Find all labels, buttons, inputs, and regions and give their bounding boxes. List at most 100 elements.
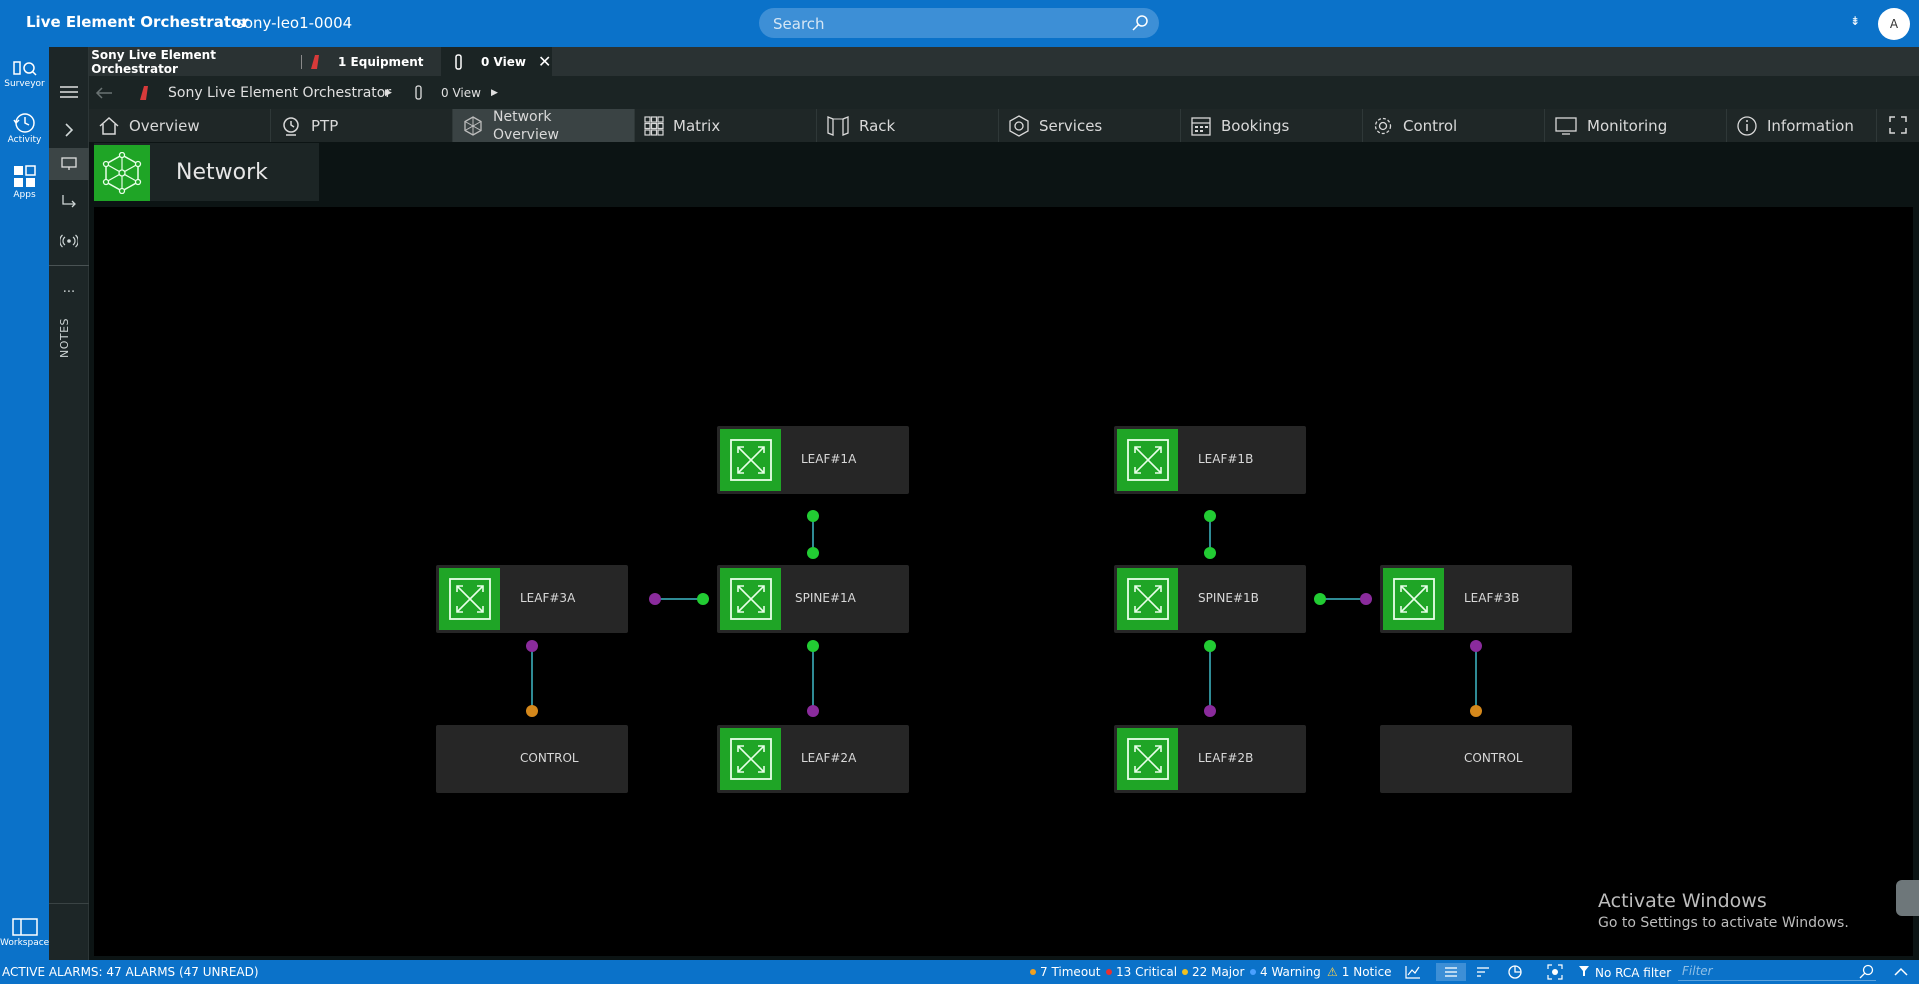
active-alarms-summary[interactable]: ACTIVE ALARMS: 47 ALARMS (47 UNREAD) xyxy=(2,965,259,979)
node-leaf2a[interactable]: LEAF#2A xyxy=(717,725,909,793)
sort-button[interactable] xyxy=(1474,963,1492,981)
network-icon xyxy=(94,145,150,201)
tab-rack[interactable]: Rack xyxy=(817,109,999,142)
node-label: SPINE#1B xyxy=(1198,591,1259,605)
port[interactable] xyxy=(526,705,538,717)
home-icon xyxy=(99,116,119,135)
broadcast-panel-button[interactable] xyxy=(49,225,89,257)
side-drawer-handle[interactable] xyxy=(1896,880,1919,916)
port[interactable] xyxy=(1314,593,1326,605)
more-options-button[interactable]: ··· xyxy=(49,276,89,308)
list-view-button[interactable] xyxy=(1436,963,1466,981)
info-icon xyxy=(1737,115,1757,136)
node-spine1a[interactable]: SPINE#1A xyxy=(717,565,909,633)
left-rail: Surveyor Activity Apps Workspace xyxy=(0,47,49,960)
node-leaf3a[interactable]: LEAF#3A xyxy=(436,565,628,633)
node-leaf1b[interactable]: LEAF#1B xyxy=(1114,426,1306,494)
port[interactable] xyxy=(1470,705,1482,717)
notes-tab[interactable]: NOTES xyxy=(58,318,71,358)
user-menu-toggle[interactable]: ⇟ xyxy=(1850,14,1860,28)
search-icon[interactable] xyxy=(1131,14,1149,32)
hamburger-menu-button[interactable] xyxy=(59,84,83,102)
tab-network-overview[interactable]: Network Overview xyxy=(453,109,635,143)
rail-item-workspace[interactable]: Workspace xyxy=(0,917,49,948)
caret-right-icon[interactable]: ▶ xyxy=(385,88,392,98)
pie-chart-icon xyxy=(1508,965,1522,979)
tab-overview[interactable]: Overview xyxy=(89,109,271,142)
doc-tab-view[interactable]: 0 View ✕ xyxy=(441,47,552,76)
rail-item-surveyor[interactable]: Surveyor xyxy=(0,58,49,89)
pie-chart-button[interactable] xyxy=(1506,963,1524,981)
switch-icon xyxy=(1117,429,1178,491)
port[interactable] xyxy=(807,640,819,652)
fullscreen-icon xyxy=(1889,116,1907,134)
port[interactable] xyxy=(807,547,819,559)
rca-filter-toggle[interactable]: No RCA filter xyxy=(1578,965,1671,980)
panel-divider xyxy=(49,265,89,266)
side-panel: ··· xyxy=(49,47,89,960)
port[interactable] xyxy=(526,640,538,652)
node-leaf1a[interactable]: LEAF#1A xyxy=(717,426,909,494)
tab-bookings[interactable]: Bookings xyxy=(1181,109,1363,142)
node-control-a[interactable]: CONTROL xyxy=(436,725,628,793)
link-spine1b-leaf2b xyxy=(1209,648,1211,713)
search-icon[interactable] xyxy=(1858,964,1874,980)
tab-ptp[interactable]: PTP xyxy=(271,109,453,142)
switch-icon xyxy=(1117,728,1178,790)
document-tab-strip: Sony Live Element Orchestrator 1 Equipme… xyxy=(49,47,1919,76)
alarm-count-major[interactable]: 22 Major xyxy=(1182,965,1244,979)
fullscreen-button[interactable] xyxy=(1889,116,1907,138)
port[interactable] xyxy=(1204,705,1216,717)
list-icon xyxy=(1445,967,1457,977)
caret-right-icon[interactable]: ▶ xyxy=(491,88,498,98)
doc-tab-label: 0 View xyxy=(481,54,526,69)
rail-label: Apps xyxy=(13,190,36,200)
tab-information[interactable]: Information xyxy=(1727,109,1877,142)
avatar[interactable]: A xyxy=(1878,8,1910,40)
breadcrumb-item[interactable]: 0 View xyxy=(441,86,481,100)
tab-services[interactable]: Services xyxy=(999,109,1181,142)
switch-icon xyxy=(720,429,781,491)
node-label: LEAF#1B xyxy=(1198,452,1254,466)
expand-panel-button[interactable] xyxy=(49,114,89,146)
tab-monitoring[interactable]: Monitoring xyxy=(1545,109,1727,142)
rail-item-activity[interactable]: Activity xyxy=(0,112,49,145)
port[interactable] xyxy=(649,593,661,605)
node-leaf3b[interactable]: LEAF#3B xyxy=(1380,565,1572,633)
port[interactable] xyxy=(1204,547,1216,559)
alarm-count-warning[interactable]: 4 Warning xyxy=(1250,965,1321,979)
close-icon[interactable]: ✕ xyxy=(538,52,551,71)
collapse-status-button[interactable] xyxy=(1892,963,1910,981)
network-icon xyxy=(464,115,482,136)
breadcrumb-item[interactable]: Sony Live Element Orchestrator xyxy=(168,85,391,101)
rail-item-apps[interactable]: Apps xyxy=(0,165,49,200)
routing-panel-button[interactable] xyxy=(49,185,89,217)
port[interactable] xyxy=(1470,640,1482,652)
rca-target-button[interactable] xyxy=(1546,963,1564,981)
search-input[interactable]: Search xyxy=(759,8,1159,38)
tab-matrix[interactable]: Matrix xyxy=(635,109,817,142)
port[interactable] xyxy=(1204,510,1216,522)
doc-tab-equipment[interactable]: 1 Equipment xyxy=(304,47,441,76)
port[interactable] xyxy=(1360,593,1372,605)
alarm-count-critical[interactable]: 13 Critical xyxy=(1106,965,1177,979)
node-label: CONTROL xyxy=(520,751,579,765)
alarm-filter-input[interactable]: Filter xyxy=(1678,963,1876,981)
port[interactable] xyxy=(1204,640,1216,652)
alarm-count-notice[interactable]: ⚠ 1 Notice xyxy=(1327,965,1392,979)
notes-label: NOTES xyxy=(58,317,71,358)
tab-control[interactable]: Control xyxy=(1363,109,1545,142)
node-spine1b[interactable]: SPINE#1B xyxy=(1114,565,1306,633)
menu-icon xyxy=(60,86,78,98)
alarm-count-timeout[interactable]: 7 Timeout xyxy=(1030,965,1100,979)
back-button[interactable] xyxy=(95,85,113,104)
link-leaf3a-spine1a xyxy=(655,598,703,600)
node-control-b[interactable]: CONTROL xyxy=(1380,725,1572,793)
alarm-count-label: 22 Major xyxy=(1192,965,1245,979)
display-panel-button[interactable] xyxy=(49,148,89,180)
trend-button[interactable] xyxy=(1404,963,1422,981)
port[interactable] xyxy=(807,705,819,717)
node-leaf2b[interactable]: LEAF#2B xyxy=(1114,725,1306,793)
port[interactable] xyxy=(807,510,819,522)
port[interactable] xyxy=(697,593,709,605)
